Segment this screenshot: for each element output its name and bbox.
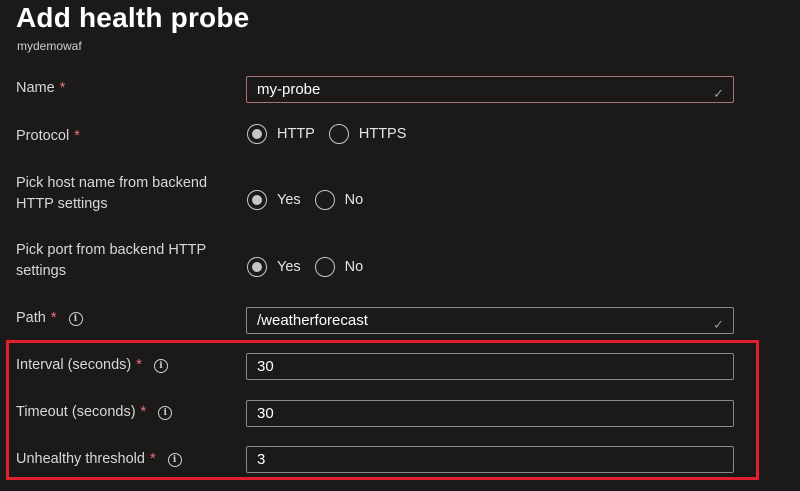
pick-host-yes-radio[interactable]: [247, 190, 267, 210]
protocol-https-radio[interactable]: [328, 124, 349, 144]
pick-port-no-label[interactable]: No: [345, 259, 364, 275]
radio-selected-dot: [252, 195, 262, 205]
pick-host-yes-label[interactable]: Yes: [277, 192, 301, 208]
pick-host-radio-group: Yes No: [247, 190, 377, 210]
path-label-text: Path: [16, 310, 46, 326]
path-input-value: /weatherforecast: [257, 312, 368, 329]
radio-selected-dot: [252, 262, 262, 272]
protocol-https-label[interactable]: HTTPS: [359, 126, 407, 142]
path-label: Path * i: [16, 308, 83, 329]
page-subtitle: mydemowaf: [17, 39, 82, 53]
radio-selected-dot: [252, 129, 262, 139]
name-label-text: Name: [16, 80, 55, 96]
protocol-radio-group: HTTP HTTPS: [247, 124, 420, 144]
name-input-value: my-probe: [257, 81, 321, 98]
required-asterisk: *: [59, 80, 66, 96]
protocol-http-radio[interactable]: [247, 124, 267, 144]
highlight-box: [6, 340, 759, 480]
pick-port-label-line1: Pick port from backend HTTP: [16, 242, 207, 258]
pick-port-yes-label[interactable]: Yes: [277, 259, 301, 275]
pick-host-label: Pick host name from backend HTTP setting…: [16, 173, 207, 215]
required-asterisk: *: [50, 310, 57, 326]
check-icon: ✓: [713, 317, 724, 332]
pick-port-radio-group: Yes No: [247, 257, 377, 277]
path-input[interactable]: /weatherforecast ✓: [246, 307, 734, 334]
pick-port-yes-radio[interactable]: [247, 257, 267, 277]
pick-host-no-label[interactable]: No: [345, 192, 364, 208]
add-health-probe-panel: Add health probe mydemowaf Name * my-prob…: [0, 0, 800, 491]
protocol-label-text: Protocol: [16, 128, 70, 144]
pick-port-label: Pick port from backend HTTP settings: [16, 240, 206, 282]
name-label: Name *: [16, 78, 65, 99]
check-icon: ✓: [713, 86, 724, 101]
name-input[interactable]: my-probe ✓: [246, 76, 734, 103]
pick-port-label-line2: settings: [16, 263, 66, 279]
info-icon[interactable]: i: [68, 312, 83, 326]
pick-port-no-radio[interactable]: [314, 257, 335, 277]
required-asterisk: *: [74, 128, 80, 144]
pick-host-no-radio[interactable]: [314, 190, 335, 210]
pick-host-label-line1: Pick host name from backend: [16, 175, 208, 191]
pick-host-label-line2: HTTP settings: [16, 196, 108, 212]
protocol-label: Protocol *: [16, 126, 80, 147]
page-title: Add health probe: [16, 2, 250, 33]
protocol-http-label[interactable]: HTTP: [277, 126, 315, 142]
